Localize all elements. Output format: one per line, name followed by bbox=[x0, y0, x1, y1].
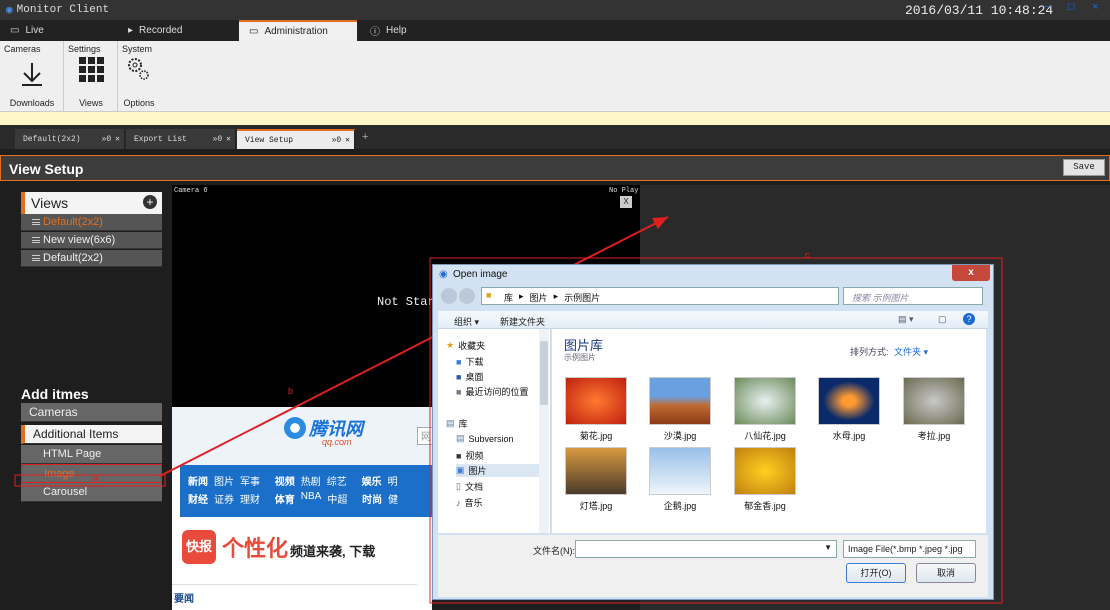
open-button[interactable]: 打开(O) bbox=[846, 563, 906, 583]
download-folder-icon: ■ bbox=[456, 356, 462, 367]
thumb-hydrangeas[interactable] bbox=[734, 377, 796, 425]
nav-videos[interactable]: ■ 视频 bbox=[456, 449, 483, 462]
thumb-penguins[interactable] bbox=[649, 447, 711, 495]
document-icon: ▯ bbox=[456, 481, 461, 491]
thumb-desert[interactable] bbox=[649, 377, 711, 425]
annotation-c: c bbox=[805, 250, 810, 260]
arrange-dropdown[interactable]: 文件夹 ▾ bbox=[894, 345, 928, 358]
thumb-lighthouse[interactable] bbox=[565, 447, 627, 495]
command-bar: 组织 ▾ 新建文件夹 ▤ ▾ ▢ ? bbox=[438, 311, 988, 329]
navigation-pane: ★ 收藏夹 ■ 下载 ■ 桌面 ■ 最近访问的位置 ▤ 库 ▤ Subversion ■ 视频… bbox=[438, 329, 551, 533]
nav-desktop[interactable]: ■ 桌面 bbox=[456, 370, 483, 383]
open-image-dialog: ◉ Open image x ■ 库 ▸ 图片 ▸ 示例图片 搜索 示例图片 组织 ▾ … bbox=[432, 264, 994, 600]
file-name[interactable]: 沙漠.jpg bbox=[640, 429, 720, 442]
organize-button[interactable]: 组织 ▾ bbox=[454, 315, 479, 328]
forward-button[interactable] bbox=[459, 288, 475, 304]
dialog-close-button[interactable]: x bbox=[952, 265, 990, 281]
annotation-box-a bbox=[14, 474, 166, 487]
recent-icon: ■ bbox=[456, 386, 462, 397]
thumb-tulips[interactable] bbox=[734, 447, 796, 495]
new-folder-button[interactable]: 新建文件夹 bbox=[500, 315, 545, 328]
chevron-down-icon[interactable]: ▼ bbox=[824, 543, 832, 552]
library-icon: ▤ bbox=[446, 418, 455, 428]
nav-documents[interactable]: ▯ 文档 bbox=[456, 480, 483, 493]
dialog-title-bar: ◉ Open image x bbox=[433, 265, 993, 285]
view-options-icon[interactable]: ▤ ▾ bbox=[898, 314, 914, 325]
folder-icon: ■ bbox=[486, 290, 492, 300]
dialog-icon: ◉ bbox=[439, 269, 448, 280]
nav-libraries[interactable]: ▤ 库 bbox=[446, 417, 468, 430]
file-name[interactable]: 郁金香.jpg bbox=[725, 499, 805, 512]
music-icon: ♪ bbox=[456, 497, 461, 508]
arrange-label: 排列方式: bbox=[850, 347, 889, 357]
cancel-button[interactable]: 取消 bbox=[916, 563, 976, 583]
file-name[interactable]: 八仙花.jpg bbox=[725, 429, 805, 442]
dialog-footer: 文件名(N): ▼ Image File(*.bmp *.jpeg *.jpg … bbox=[438, 535, 988, 597]
video-icon: ■ bbox=[456, 450, 462, 461]
filename-input[interactable]: ▼ bbox=[575, 540, 837, 558]
file-name[interactable]: 灯塔.jpg bbox=[556, 499, 636, 512]
address-bar[interactable]: ■ 库 ▸ 图片 ▸ 示例图片 bbox=[481, 287, 839, 305]
thumb-jellyfish[interactable] bbox=[818, 377, 880, 425]
nav-subversion[interactable]: ▤ Subversion bbox=[456, 433, 514, 444]
back-button[interactable] bbox=[441, 288, 457, 304]
desktop-icon: ■ bbox=[456, 371, 462, 382]
file-name[interactable]: 水母.jpg bbox=[809, 429, 889, 442]
help-icon[interactable]: ? bbox=[963, 313, 975, 325]
library-subtitle: 示例图片 bbox=[564, 353, 596, 362]
nav-pictures[interactable]: ▣ 图片 bbox=[456, 464, 544, 477]
file-name[interactable]: 菊花.jpg bbox=[556, 429, 636, 442]
nav-recent[interactable]: ■ 最近访问的位置 bbox=[456, 385, 528, 398]
dialog-title: Open image bbox=[453, 269, 508, 280]
nav-scrollbar[interactable] bbox=[539, 329, 549, 533]
star-icon: ★ bbox=[446, 340, 455, 350]
picture-icon: ▣ bbox=[456, 465, 465, 475]
filename-label: 文件名(N): bbox=[533, 546, 575, 556]
nav-favorites[interactable]: ★ 收藏夹 bbox=[446, 339, 485, 352]
file-pane: 图片库 示例图片 排列方式: 文件夹 ▾ 菊花.jpg 沙漠.jpg 八仙花.j… bbox=[552, 329, 986, 533]
annotation-a: a bbox=[93, 473, 99, 483]
breadcrumb: 库 ▸ 图片 ▸ 示例图片 bbox=[504, 291, 601, 303]
file-type-select[interactable]: Image File(*.bmp *.jpeg *.jpg bbox=[843, 540, 976, 558]
annotation-b: b bbox=[288, 386, 294, 396]
search-input[interactable]: 搜索 示例图片 bbox=[843, 287, 983, 305]
file-name[interactable]: 考拉.jpg bbox=[894, 429, 974, 442]
thumb-koala[interactable] bbox=[903, 377, 965, 425]
nav-music[interactable]: ♪ 音乐 bbox=[456, 496, 483, 509]
library-icon: ▤ bbox=[456, 433, 465, 443]
preview-pane-icon[interactable]: ▢ bbox=[938, 314, 947, 325]
file-name[interactable]: 企鹅.jpg bbox=[640, 499, 720, 512]
thumb-chrysanthemum[interactable] bbox=[565, 377, 627, 425]
nav-downloads[interactable]: ■ 下载 bbox=[456, 355, 483, 368]
